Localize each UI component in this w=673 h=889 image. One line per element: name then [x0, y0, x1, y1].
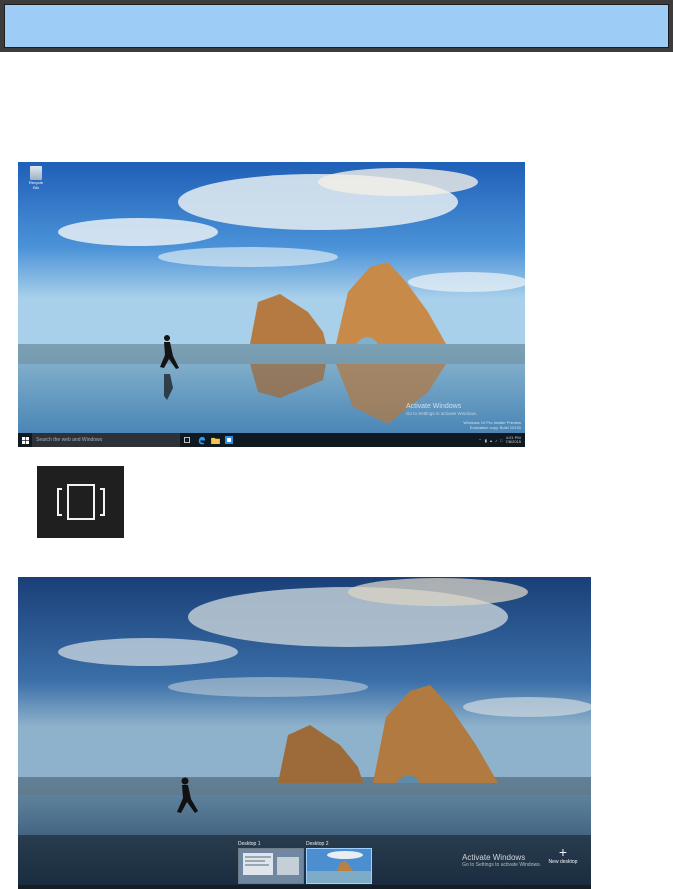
- new-desktop-button[interactable]: + New desktop: [541, 845, 585, 865]
- store-icon: [225, 436, 233, 444]
- recycle-bin-icon[interactable]: Recycle Bin: [26, 166, 46, 194]
- chevron-up-icon[interactable]: ⌃: [478, 438, 481, 443]
- task-view-button-large[interactable]: [37, 466, 124, 538]
- build-line-2: Evaluation copy. Build 10130: [469, 425, 521, 430]
- task-view-screenshot: Desktop 1 Desktop 2 Activate Windows Go …: [18, 577, 591, 889]
- desktop-thumbnail[interactable]: [238, 848, 304, 884]
- desktop-thumbnail-preview: [307, 849, 371, 883]
- watermark-sub: Go to Settings to activate Windows.: [405, 411, 477, 416]
- windows-logo-icon: [21, 436, 29, 444]
- task-view-icon: [184, 437, 190, 443]
- task-view-icon: [56, 484, 105, 520]
- clock[interactable]: 4:01 PM 7/8/2015: [505, 435, 521, 445]
- volume-icon[interactable]: ♪: [495, 438, 497, 443]
- header-inner: [4, 4, 669, 48]
- start-button[interactable]: [18, 433, 32, 447]
- edge-icon: [198, 436, 205, 444]
- network-icon[interactable]: ▴: [490, 438, 492, 443]
- watermark-title: Activate Windows: [462, 853, 526, 862]
- watermark-title: Activate Windows: [405, 403, 462, 410]
- recycle-bin-label: Recycle Bin: [28, 180, 44, 190]
- virtual-desktop-1[interactable]: Desktop 1: [238, 841, 304, 884]
- folder-icon: [210, 437, 220, 444]
- new-desktop-label: New desktop: [548, 859, 578, 865]
- activation-watermark: Activate Windows Go to Settings to activ…: [406, 403, 477, 417]
- search-input[interactable]: Search the web and Windows: [32, 433, 180, 447]
- activation-watermark: Activate Windows Go to Settings to activ…: [462, 853, 541, 869]
- desktop-thumbnail[interactable]: [306, 848, 372, 884]
- notification-icon[interactable]: □: [500, 438, 502, 443]
- watermark-sub: Go to Settings to activate Windows.: [462, 862, 541, 868]
- header-bar: [0, 0, 673, 52]
- task-view-button[interactable]: [180, 433, 194, 447]
- system-tray: ⌃ ▮ ▴ ♪ □ 4:01 PM 7/8/2015: [478, 433, 521, 447]
- build-info: Windows 10 Pro Insider Preview Evaluatio…: [463, 420, 521, 430]
- taskbar: [18, 885, 591, 889]
- desktop-screenshot: Recycle Bin Activate Windows Go to Setti…: [18, 162, 525, 447]
- edge-button[interactable]: [194, 433, 208, 447]
- virtual-desktop-2[interactable]: Desktop 2: [306, 841, 372, 884]
- file-explorer-button[interactable]: [208, 433, 222, 447]
- plus-icon: +: [558, 844, 568, 860]
- virtual-desktop-label: Desktop 2: [306, 841, 329, 847]
- battery-icon[interactable]: ▮: [485, 438, 487, 443]
- clock-date: 7/8/2015: [505, 439, 521, 444]
- virtual-desktop-label: Desktop 1: [238, 841, 261, 847]
- store-button[interactable]: [222, 433, 236, 447]
- desktop-thumbnail-preview: [239, 849, 303, 883]
- virtual-desktops-bar: Desktop 1 Desktop 2 Activate Windows Go …: [18, 835, 591, 889]
- taskbar: Search the web and Windows ⌃ ▮ ▴ ♪ □ 4:0…: [18, 433, 525, 447]
